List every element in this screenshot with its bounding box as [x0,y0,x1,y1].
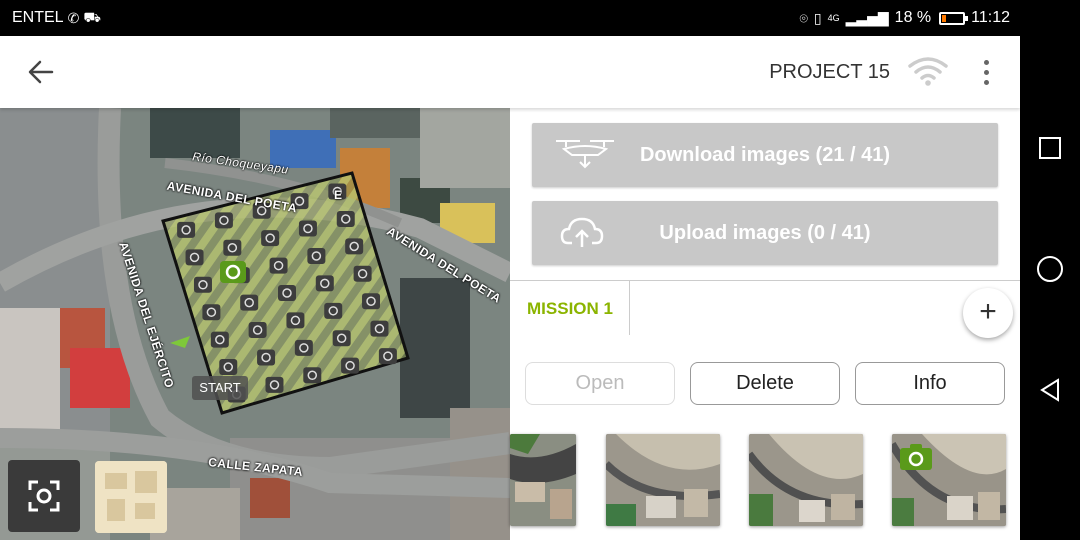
download-images-label: Download images (21 / 41) [639,144,891,166]
photo-thumbnail[interactable] [749,434,863,526]
waypoint-camera-icon [303,367,322,384]
page-title: PROJECT 15 [769,61,890,83]
tab-mission-1[interactable]: MISSION 1 [510,281,630,335]
vibrate-icon: ▯ [813,9,822,26]
waypoint-camera-icon [210,331,229,348]
waypoint-camera-icon [185,249,204,266]
app-window: PROJECT 15 Río Choqueyapu AVENIDA DEL PO… [0,36,1020,540]
network-label: 4G [827,12,840,23]
waypoint-camera-icon [240,294,259,311]
waypoint-camera-icon [269,257,288,274]
system-nav-bar [1020,36,1080,540]
recent-apps-icon[interactable] [1039,137,1061,159]
end-label: E [334,188,343,202]
waypoint-camera-icon [202,304,221,321]
waypoint-camera-icon [362,293,381,310]
waypoint-camera-icon [223,239,242,256]
waypoint-camera-icon [261,230,280,247]
waypoint-camera-icon [278,285,296,301]
waypoint-camera-icon [341,357,360,374]
photo-thumbnail[interactable] [606,434,720,526]
waypoint-camera-icon [177,221,196,238]
toolbar: PROJECT 15 [0,36,1020,108]
waypoint-camera-icon [248,322,267,339]
mission-panel: Download images (21 / 41) Upload images … [510,108,1020,540]
arrow-left-icon[interactable] [24,56,60,88]
signal-icon: ▂▃▅▇ [845,9,889,26]
waypoint-camera-icon [315,275,334,292]
waypoint-camera-icon [332,330,351,347]
status-bar: ENTEL ✆ ⛟ ⌾ ▯ 4G ▂▃▅▇ 18 % 11:12 [0,0,1080,36]
waypoint-camera-icon [286,312,305,329]
back-icon[interactable] [1036,376,1064,404]
clock: 11:12 [971,9,1010,26]
divider [629,281,630,335]
waypoint-camera-icon [219,359,238,376]
wifi-icon [906,56,950,88]
whatsapp-icon: ✆ [67,9,80,26]
waypoint-camera-icon [193,276,212,293]
more-vert-icon[interactable] [972,56,1002,88]
battery-fill [942,14,947,22]
home-icon[interactable] [1037,256,1063,282]
waypoint-camera-icon [307,247,326,264]
battery-percent: 18 % [894,9,932,26]
battery-icon [939,11,969,25]
waypoint-camera-icon [324,302,343,319]
focus-center-icon[interactable] [8,460,80,532]
waypoint-camera-icon [214,212,233,229]
waypoint-camera-icon [345,238,364,255]
info-button[interactable]: Info [855,362,1005,405]
waypoint-camera-icon [298,220,317,237]
waypoint-camera-icon [378,348,397,365]
upload-images-label: Upload images (0 / 41) [659,222,871,244]
photo-thumbnail[interactable] [510,434,576,526]
waypoint-camera-icon [336,210,355,227]
waypoint-camera-icon [257,349,276,366]
waypoint-camera-icon [265,376,284,393]
open-button[interactable]: Open [525,362,675,405]
add-mission-button[interactable]: + [963,288,1013,338]
carrier-label: ENTEL [12,9,64,26]
waypoint-camera-icon [370,320,389,337]
location-icon: ⌾ [799,9,808,26]
photo-thumbnail[interactable] [892,434,1006,526]
map-view[interactable]: Río Choqueyapu AVENIDA DEL POETA AVENIDA… [0,108,510,540]
download-images-button[interactable]: Download images (21 / 41) [532,123,998,187]
game-icon: ⛟ [83,8,101,25]
start-label: START [192,376,248,400]
delete-button[interactable]: Delete [690,362,840,405]
waypoint-camera-icon [294,339,313,356]
waypoint-camera-icon [353,265,372,282]
map-layer-thumbnail[interactable] [95,461,167,533]
upload-images-button[interactable]: Upload images (0 / 41) [532,201,998,265]
